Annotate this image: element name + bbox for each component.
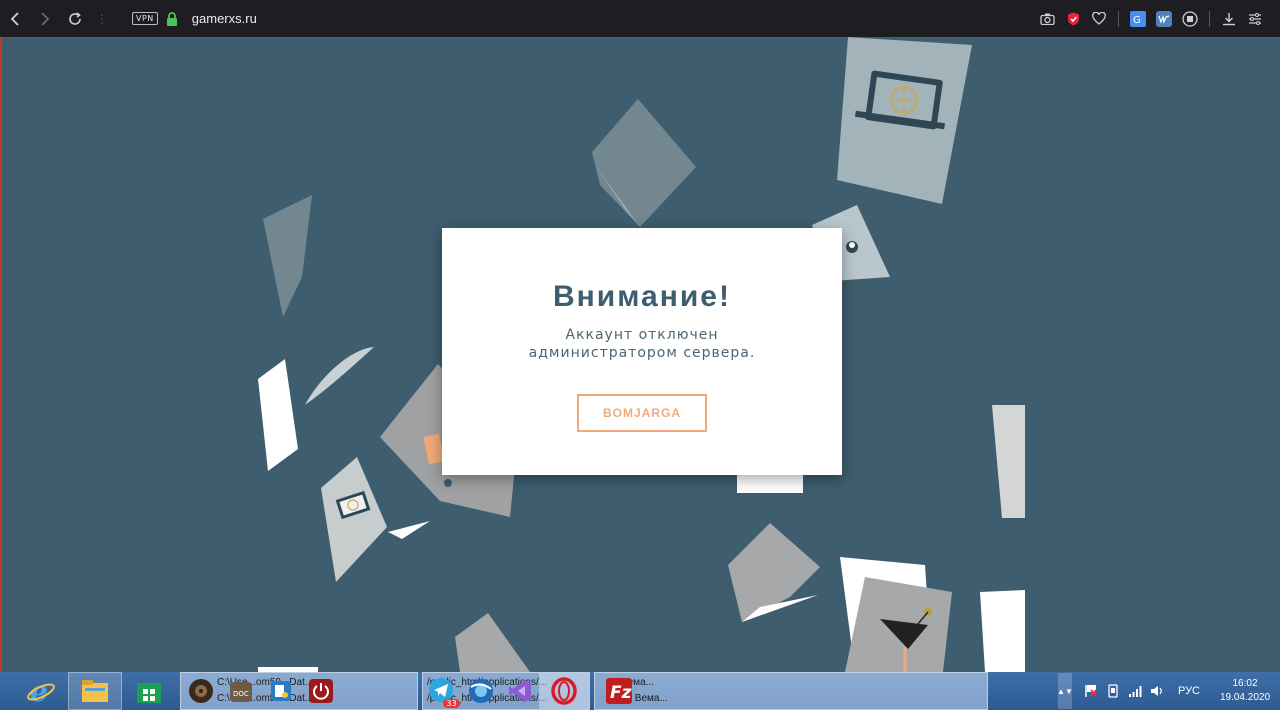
telegram-badge: 33 <box>443 699 460 708</box>
forward-icon[interactable] <box>30 0 60 37</box>
power-app[interactable] <box>301 673 341 709</box>
internet-explorer-icon: e <box>27 676 55 706</box>
taskbar-store[interactable] <box>122 672 176 710</box>
language-indicator[interactable]: РУС <box>1178 685 1200 697</box>
clock-time: 16:02 <box>1232 678 1258 689</box>
modal-action-button[interactable]: BOMJARGA <box>577 394 707 432</box>
taskbar-ie[interactable]: e <box>14 672 68 710</box>
clock-date: 19.04.2020 <box>1219 692 1271 703</box>
svg-text:DOC: DOC <box>233 690 249 698</box>
taskbar-scroll-icon[interactable]: ▲▼ <box>1057 673 1073 709</box>
speaker-app[interactable] <box>181 673 221 709</box>
heart-icon[interactable] <box>1086 0 1112 37</box>
camera-icon[interactable] <box>1034 0 1060 37</box>
taskbar-group-filezilla[interactable]: Fz 03 Вема... 3 178 Вема... <box>594 672 988 710</box>
system-tray: ▲▼ РУС 16:02 19.04.2020 <box>1057 672 1280 710</box>
translate-extension-icon[interactable]: G <box>1125 0 1151 37</box>
telegram-app[interactable]: 33 <box>423 673 462 709</box>
taskbar-group-files[interactable]: C:\Use...om59...Dat... C:\Use...om59...D… <box>180 672 418 710</box>
filezilla-app[interactable]: Fz <box>599 673 639 709</box>
store-icon <box>137 683 161 703</box>
volume-icon[interactable] <box>1146 685 1168 697</box>
vpn-badge[interactable]: VPN <box>132 12 158 25</box>
clock[interactable]: 16:02 19.04.2020 <box>1210 677 1280 705</box>
document-icon: DOC <box>230 682 252 702</box>
toolbar-divider <box>1209 10 1210 27</box>
opera-app[interactable] <box>538 673 590 709</box>
speaker-icon <box>189 679 213 703</box>
download-icon[interactable] <box>1216 0 1242 37</box>
separator: ⋮ <box>96 11 108 26</box>
doc-app[interactable]: DOC <box>221 673 261 709</box>
svg-text:G: G <box>1133 15 1141 26</box>
lock-icon <box>166 11 177 26</box>
shield-icon[interactable] <box>1060 0 1086 37</box>
toolbar-right: G <box>1034 0 1268 37</box>
address-bar-url[interactable]: gamerxs.ru <box>192 11 257 26</box>
windows-taskbar: e C:\Use...om59...Dat... C:\Use...om59..… <box>0 672 1280 710</box>
back-icon[interactable] <box>0 0 30 37</box>
visual-studio-app[interactable] <box>500 673 539 709</box>
modal-title: Внимание! <box>553 280 731 313</box>
taskbar-group-apps[interactable]: /public_html/applications/... /public_ht… <box>422 672 590 710</box>
browser-app[interactable] <box>462 673 501 709</box>
modal-message-line1: Аккаунт отключен <box>565 327 719 343</box>
browser-globe-icon <box>468 679 493 703</box>
folder-icon <box>82 680 108 702</box>
browser-toolbar: ⋮ VPN gamerxs.ru G <box>0 0 1280 37</box>
taskbar-explorer[interactable] <box>68 672 122 710</box>
visual-studio-icon <box>508 680 531 702</box>
config-icon <box>271 681 291 701</box>
opera-icon <box>551 677 577 705</box>
flag-icon[interactable] <box>1080 684 1102 698</box>
toolbar-divider <box>1118 10 1119 27</box>
reload-icon[interactable] <box>60 0 90 37</box>
config-app[interactable] <box>261 673 301 709</box>
modal-message: Аккаунт отключен администратором сервера… <box>492 326 792 362</box>
modal-message-line2: администратором сервера. <box>528 345 756 361</box>
svg-text:Fz: Fz <box>610 683 632 703</box>
alert-modal: Внимание! Аккаунт отключен администратор… <box>442 228 842 475</box>
power-icon <box>309 679 333 703</box>
window-edge <box>0 37 2 672</box>
settings-menu-icon[interactable] <box>1242 0 1268 37</box>
filezilla-icon: Fz <box>606 678 632 704</box>
vk-icon[interactable] <box>1151 0 1177 37</box>
device-icon[interactable] <box>1102 684 1124 698</box>
extension-icon[interactable] <box>1177 0 1203 37</box>
network-signal-icon[interactable] <box>1124 685 1146 697</box>
